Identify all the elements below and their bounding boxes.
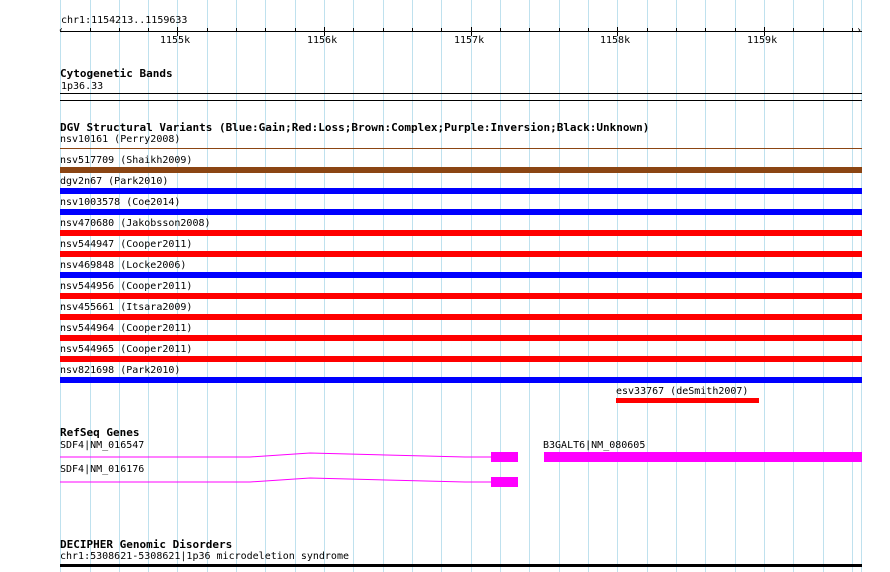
grid-line [852, 0, 853, 572]
variant-label[interactable]: nsv544964 (Cooper2011) [60, 323, 192, 335]
grid-line [647, 0, 648, 572]
ruler-minor-tick [735, 28, 736, 32]
ruler-minor-tick [295, 28, 296, 32]
ruler-minor-tick [119, 28, 120, 32]
gene-b3galt6[interactable] [544, 452, 862, 462]
variant-label[interactable]: nsv455661 (Itsara2009) [60, 302, 192, 314]
variant-bar[interactable] [60, 167, 862, 173]
cytoband-track-title[interactable]: Cytogenetic Bands [60, 68, 173, 80]
variant-label[interactable]: nsv470680 (Jakobsson2008) [60, 218, 211, 230]
ruler-tick-label: 1155k [160, 35, 191, 46]
dgv-track-title[interactable]: DGV Structural Variants (Blue:Gain;Red:L… [60, 122, 649, 134]
grid-line [676, 0, 677, 572]
decipher-feature-bar[interactable] [60, 564, 862, 567]
ruler-minor-tick [559, 28, 560, 32]
variant-bar[interactable] [60, 148, 862, 149]
ruler-location: chr1:1154213..1159633 [61, 15, 188, 26]
ruler-minor-tick [852, 28, 853, 32]
grid-line [617, 0, 618, 572]
ruler-axis [60, 31, 862, 32]
variant-label[interactable]: nsv1003578 (Coe2014) [60, 197, 180, 209]
variant-bar[interactable] [60, 188, 862, 194]
ruler-minor-tick [676, 28, 677, 32]
ruler-minor-tick [353, 28, 354, 32]
grid-line [559, 0, 560, 572]
ruler-left-arrow: ‹ [58, 25, 65, 36]
ruler-minor-tick [148, 28, 149, 32]
variant-bar[interactable] [60, 272, 862, 278]
variant-label[interactable]: nsv10161 (Perry2008) [60, 134, 180, 146]
ruler-tick-label: 1156k [307, 35, 338, 46]
variant-label[interactable]: nsv544965 (Cooper2011) [60, 344, 192, 356]
ruler-minor-tick [265, 28, 266, 32]
variant-bar[interactable] [60, 314, 862, 320]
grid-line [588, 0, 589, 572]
variant-label[interactable]: dgv2n67 (Park2010) [60, 176, 168, 188]
variant-bar[interactable] [60, 293, 862, 299]
variant-bar[interactable] [60, 356, 862, 362]
decipher-label[interactable]: chr1:5308621-5308621|1p36 microdeletion … [60, 551, 349, 563]
variant-label[interactable]: nsv517709 (Shaikh2009) [60, 155, 192, 167]
ruler-minor-tick [236, 28, 237, 32]
ruler-minor-tick [441, 28, 442, 32]
grid-line [705, 0, 706, 572]
variant-bar[interactable] [60, 251, 862, 257]
variant-bar[interactable] [60, 335, 862, 341]
variant-label[interactable]: esv33767 (deSmith2007) [616, 386, 748, 398]
gene-sdf4-nm016176[interactable] [60, 475, 520, 489]
grid-line [823, 0, 824, 572]
grid-line [529, 0, 530, 572]
ruler-tick-label: 1158k [600, 35, 631, 46]
ruler-right-arrow: › [856, 25, 863, 36]
gene-label-b3galt6[interactable]: B3GALT6|NM_080605 [543, 440, 645, 452]
decipher-track-title[interactable]: DECIPHER Genomic Disorders [60, 539, 232, 551]
ruler-minor-tick [647, 28, 648, 32]
grid-line [793, 0, 794, 572]
variant-label[interactable]: nsv469848 (Locke2006) [60, 260, 186, 272]
variant-bar[interactable] [616, 398, 759, 403]
ruler-minor-tick [500, 28, 501, 32]
variant-bar[interactable] [60, 209, 862, 215]
cytoband-line-top [60, 93, 862, 94]
gene-sdf4-nm016547[interactable] [60, 450, 520, 464]
grid-line [861, 0, 862, 572]
variant-label[interactable]: nsv544956 (Cooper2011) [60, 281, 192, 293]
cytoband-line-bottom [60, 100, 862, 101]
ruler-minor-tick [823, 28, 824, 32]
refseq-track-title[interactable]: RefSeq Genes [60, 427, 139, 439]
grid-line [764, 0, 765, 572]
variant-label[interactable]: nsv544947 (Cooper2011) [60, 239, 192, 251]
ruler-minor-tick [207, 28, 208, 32]
ruler-minor-tick [529, 28, 530, 32]
ruler-minor-tick [383, 28, 384, 32]
ruler-tick-label: 1157k [454, 35, 485, 46]
ruler-minor-tick [588, 28, 589, 32]
ruler-minor-tick [412, 28, 413, 32]
ruler-minor-tick [705, 28, 706, 32]
ruler-minor-tick [90, 28, 91, 32]
variant-bar[interactable] [60, 230, 862, 236]
ruler-tick-label: 1159k [747, 35, 778, 46]
variant-label[interactable]: nsv821698 (Park2010) [60, 365, 180, 377]
ruler-minor-tick [793, 28, 794, 32]
cytoband-label: 1p36.33 [61, 81, 104, 92]
variant-bar[interactable] [60, 377, 862, 383]
grid-line [735, 0, 736, 572]
